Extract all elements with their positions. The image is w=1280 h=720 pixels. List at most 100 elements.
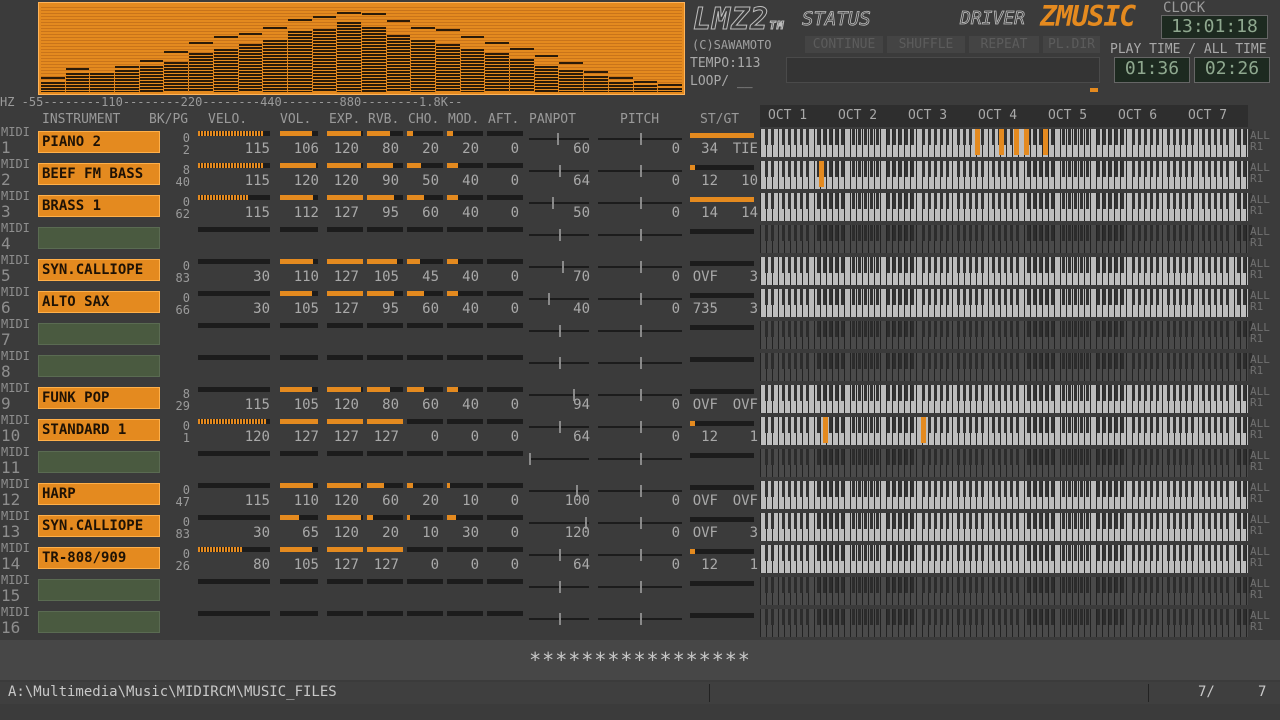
panpot-knob[interactable] — [559, 357, 561, 369]
instrument-name[interactable] — [38, 611, 160, 633]
pitch-slider[interactable] — [598, 229, 682, 241]
pitch-slider[interactable] — [598, 581, 682, 593]
black-key — [829, 321, 832, 337]
panpot-knob[interactable] — [529, 453, 531, 465]
playlist-dir-button[interactable]: PL.DIR — [1043, 36, 1100, 53]
instrument-name[interactable] — [38, 227, 160, 249]
black-key — [841, 481, 844, 497]
playtime-label: PLAY TIME / ALL TIME — [1110, 42, 1267, 57]
instrument-name[interactable]: SYN.CALLIOPE — [38, 515, 160, 537]
black-key — [1074, 545, 1077, 561]
shuffle-button[interactable]: SHUFFLE — [887, 36, 965, 53]
instrument-name[interactable]: ALTO SAX — [38, 291, 160, 313]
panpot-slider[interactable] — [529, 581, 589, 593]
black-key — [1150, 417, 1153, 433]
black-key — [835, 609, 838, 625]
pitch-slider[interactable] — [598, 485, 682, 497]
black-key — [1004, 289, 1007, 305]
panpot-slider[interactable] — [529, 421, 589, 433]
pitch-knob[interactable] — [640, 613, 642, 625]
instrument-name[interactable] — [38, 579, 160, 601]
pitch-slider[interactable] — [598, 517, 682, 529]
black-key — [1045, 193, 1048, 209]
black-key — [1051, 129, 1054, 145]
pitch-knob[interactable] — [640, 453, 642, 465]
continue-button[interactable]: CONTINUE — [805, 36, 883, 53]
spectrum-bar — [584, 5, 608, 92]
panpot-knob[interactable] — [559, 613, 561, 625]
panpot-slider[interactable] — [529, 613, 589, 625]
velo-value: 115 — [244, 205, 270, 221]
file-path[interactable]: A:\Multimedia\Music\MIDIRCM\MUSIC_FILES — [8, 684, 337, 700]
mod-meter — [447, 195, 483, 200]
black-key — [981, 513, 984, 529]
instrument-name[interactable]: FUNK POP — [38, 387, 160, 409]
panpot-slider[interactable] — [529, 293, 589, 305]
panpot-slider[interactable] — [529, 133, 589, 145]
pitch-knob[interactable] — [640, 581, 642, 593]
panpot-slider[interactable] — [529, 453, 589, 465]
panpot-knob[interactable] — [559, 581, 561, 593]
instrument-name[interactable] — [38, 355, 160, 377]
instrument-name[interactable]: TR-808/909 — [38, 547, 160, 569]
pitch-knob[interactable] — [640, 357, 642, 369]
panpot-slider[interactable] — [529, 485, 589, 497]
instrument-name[interactable]: BEEF FM BASS — [38, 163, 160, 185]
stgt-meter — [690, 197, 754, 202]
pitch-slider[interactable] — [598, 389, 682, 401]
pitch-slider[interactable] — [598, 261, 682, 273]
pitch-knob[interactable] — [640, 325, 642, 337]
panpot-slider[interactable] — [529, 325, 589, 337]
spectrum-peak — [510, 48, 534, 51]
pan-value: 50 — [573, 205, 590, 221]
black-key — [887, 449, 890, 465]
channel-side-label: ALL R1 — [1250, 321, 1270, 345]
col-aft: AFT. — [488, 112, 520, 127]
black-key — [864, 481, 867, 497]
black-key — [782, 513, 785, 529]
panpot-knob[interactable] — [559, 229, 561, 241]
pitch-slider[interactable] — [598, 165, 682, 177]
panpot-slider[interactable] — [529, 165, 589, 177]
midi-label: MIDI — [1, 573, 30, 587]
pitch-slider[interactable] — [598, 357, 682, 369]
pitch-slider[interactable] — [598, 549, 682, 561]
pitch-slider[interactable] — [598, 421, 682, 433]
black-key — [835, 385, 838, 401]
instrument-name[interactable] — [38, 323, 160, 345]
black-key — [1132, 321, 1135, 337]
panpot-slider[interactable] — [529, 229, 589, 241]
panpot-slider[interactable] — [529, 517, 589, 529]
pitch-slider[interactable] — [598, 325, 682, 337]
pitch-slider[interactable] — [598, 453, 682, 465]
panpot-slider[interactable] — [529, 549, 589, 561]
spectrum-bar — [189, 5, 213, 92]
all-time-display: 02:26 — [1194, 57, 1270, 83]
instrument-name[interactable]: HARP — [38, 483, 160, 505]
instrument-name[interactable] — [38, 451, 160, 473]
instrument-name[interactable]: PIANO 2 — [38, 131, 160, 153]
repeat-button[interactable]: REPEAT — [969, 36, 1039, 53]
pitch-knob[interactable] — [640, 229, 642, 241]
velo-value: 30 — [253, 301, 270, 317]
panpot-slider[interactable] — [529, 261, 589, 273]
panpot-slider[interactable] — [529, 197, 589, 209]
stgt-meter — [690, 581, 754, 586]
black-key — [788, 481, 791, 497]
pitch-slider[interactable] — [598, 133, 682, 145]
instrument-name[interactable]: BRASS 1 — [38, 195, 160, 217]
black-key — [1132, 417, 1135, 433]
instrument-name[interactable]: SYN.CALLIOPE — [38, 259, 160, 281]
instrument-name[interactable]: STANDARD 1 — [38, 419, 160, 441]
black-key — [1016, 257, 1019, 273]
pitch-slider[interactable] — [598, 613, 682, 625]
black-key — [899, 129, 902, 145]
pitch-value: 0 — [671, 205, 680, 221]
pitch-slider[interactable] — [598, 293, 682, 305]
midi-label: MIDI — [1, 605, 30, 619]
black-key — [1051, 481, 1054, 497]
panpot-slider[interactable] — [529, 389, 589, 401]
panpot-slider[interactable] — [529, 357, 589, 369]
pitch-slider[interactable] — [598, 197, 682, 209]
panpot-knob[interactable] — [559, 325, 561, 337]
